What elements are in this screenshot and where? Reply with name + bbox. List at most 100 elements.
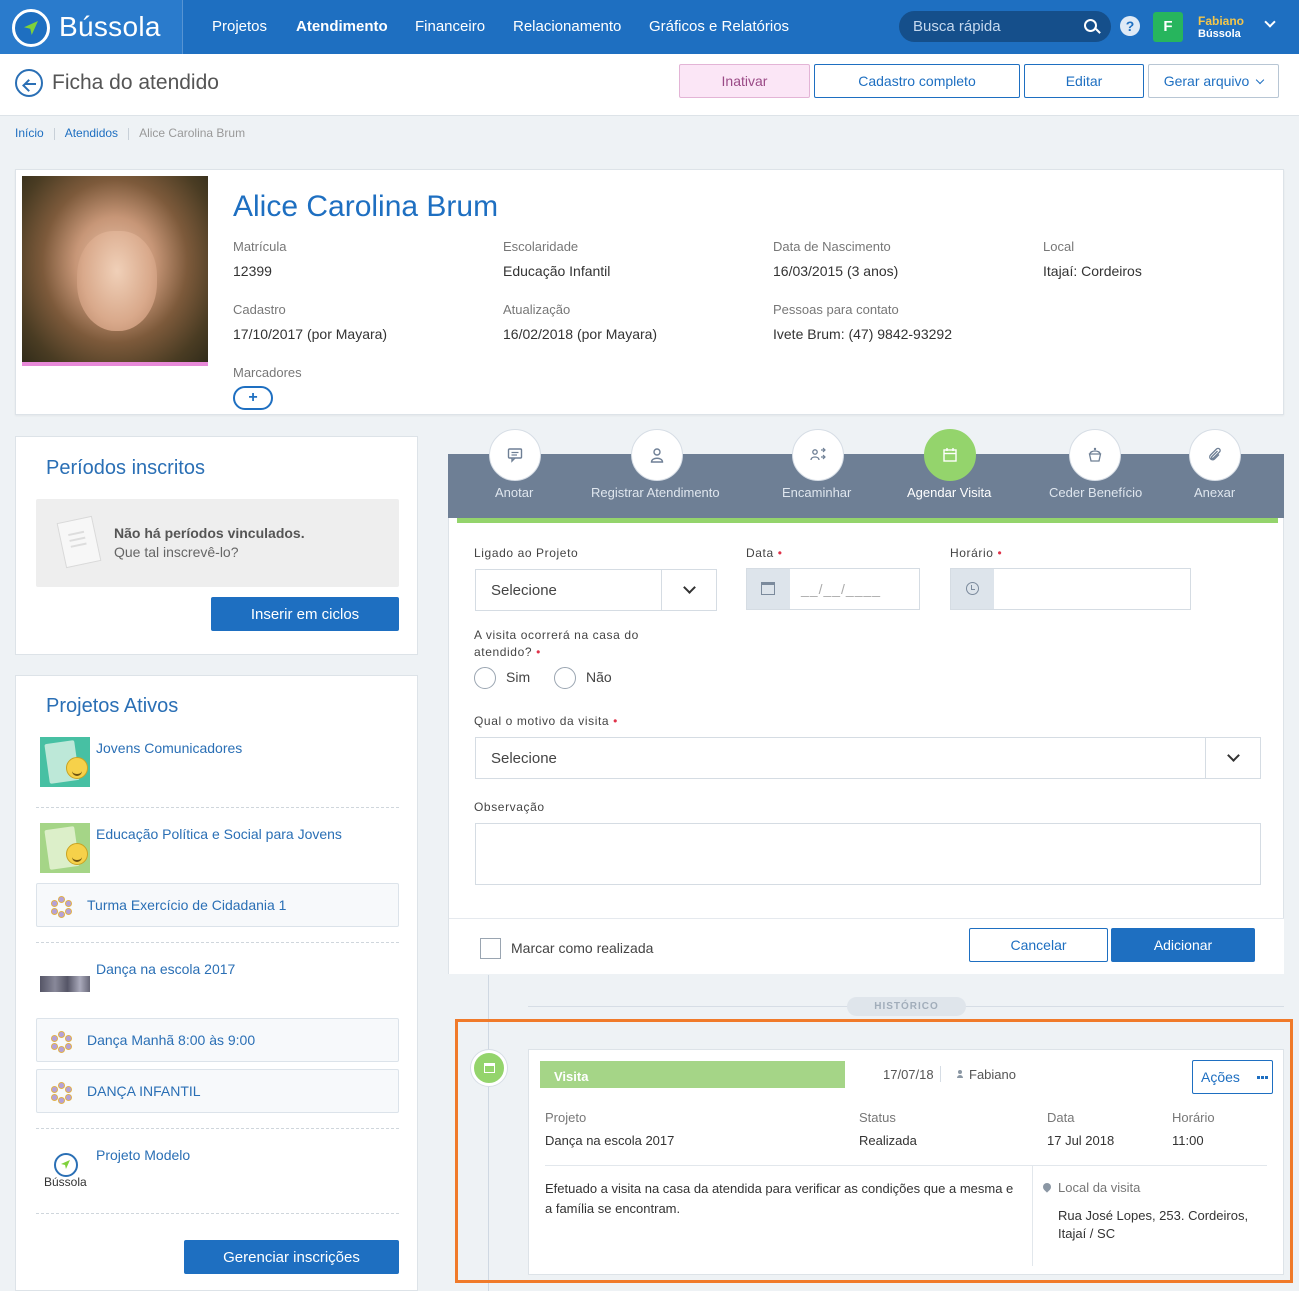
editar-button[interactable]: Editar <box>1024 64 1144 98</box>
paperclip-icon <box>1209 447 1221 461</box>
project-danca-infantil[interactable]: DANÇA INFANTIL <box>36 1069 399 1113</box>
comment-icon <box>507 448 523 463</box>
cadastro-completo-button[interactable]: Cadastro completo <box>814 64 1020 98</box>
gift-icon <box>1088 447 1102 462</box>
project-thumbnail <box>40 737 90 787</box>
radio-nao[interactable] <box>554 667 576 689</box>
project-modelo[interactable]: Projeto Modelo <box>96 1147 190 1163</box>
flower-icon <box>51 896 73 918</box>
nav-projetos[interactable]: Projetos <box>212 18 267 35</box>
projeto-select[interactable]: Selecione <box>475 569 717 611</box>
agendar-visita-form: Ligado ao Projeto Selecione Data • __/__… <box>448 518 1284 974</box>
local-value: Itajaí: Cordeiros <box>1043 263 1142 279</box>
inserir-ciclos-button[interactable]: Inserir em ciclos <box>211 597 399 631</box>
nav-atendimento[interactable]: Atendimento <box>296 18 388 35</box>
data-placeholder: __/__/____ <box>801 581 882 597</box>
action-label[interactable]: Anotar <box>495 485 533 500</box>
acoes-button[interactable]: Ações <box>1192 1060 1273 1094</box>
time-addon <box>951 569 994 609</box>
project-danca-manha[interactable]: Dança Manhã 8:00 às 9:00 <box>36 1018 399 1062</box>
action-label[interactable]: Encaminhar <box>782 485 851 500</box>
local-visita-label: Local da visita <box>1058 1180 1141 1195</box>
search-icon[interactable] <box>1084 19 1097 32</box>
forward-icon <box>810 447 826 461</box>
action-encaminhar[interactable] <box>792 429 844 481</box>
motivo-select[interactable]: Selecione <box>475 737 1261 779</box>
project-danca-escola-2017[interactable]: Dança na escola 2017 <box>96 961 235 977</box>
date-addon <box>747 569 790 609</box>
calendar-icon <box>943 448 957 462</box>
action-label[interactable]: Registrar Atendimento <box>591 485 720 500</box>
nav-relacionamento[interactable]: Relacionamento <box>513 18 621 35</box>
breadcrumb-atendidos[interactable]: Atendidos <box>65 126 118 140</box>
app-logo[interactable]: Bússola <box>0 0 183 54</box>
action-anotar[interactable] <box>489 429 541 481</box>
more-dots-icon <box>1257 1076 1260 1079</box>
back-arrow-icon[interactable] <box>15 69 43 97</box>
project-turma-cidadania[interactable]: Turma Exercício de Cidadania 1 <box>36 883 399 927</box>
smiley-icon <box>66 843 88 865</box>
atualizacao-label: Atualização <box>503 302 571 317</box>
action-registrar-atendimento[interactable] <box>631 429 683 481</box>
obs-label: Observação <box>474 800 545 814</box>
action-label[interactable]: Anexar <box>1194 485 1235 500</box>
form-footer: Marcar como realizada Cancelar Adicionar <box>449 918 1284 974</box>
help-icon[interactable]: ? <box>1120 16 1140 36</box>
project-educacao-politica[interactable]: Educação Política e Social para Jovens <box>96 826 342 842</box>
projeto-select-value: Selecione <box>491 582 557 599</box>
contato-label: Pessoas para contato <box>773 302 899 317</box>
radio-nao-label[interactable]: Não <box>586 669 612 685</box>
nascimento-label: Data de Nascimento <box>773 239 891 254</box>
data-field[interactable]: __/__/____ <box>746 568 920 610</box>
project-jovens-comunicadores[interactable]: Jovens Comunicadores <box>96 740 242 756</box>
breadcrumb-separator <box>53 127 55 140</box>
user-org[interactable]: Bússola <box>1198 28 1241 40</box>
project-thumbnail <box>40 976 90 992</box>
avatar[interactable]: F <box>1153 12 1183 42</box>
chevron-down-icon[interactable] <box>1264 16 1276 28</box>
projeto-label: Ligado ao Projeto <box>474 546 579 560</box>
marcar-realizada-checkbox[interactable] <box>480 938 501 959</box>
inativar-button[interactable]: Inativar <box>679 64 810 98</box>
action-ceder-beneficio[interactable] <box>1069 429 1121 481</box>
observacao-textarea[interactable] <box>475 823 1261 885</box>
divider <box>36 942 399 943</box>
top-nav: Bússola Projetos Atendimento Financeiro … <box>0 0 1299 54</box>
marcar-realizada-label[interactable]: Marcar como realizada <box>511 940 653 956</box>
flower-icon <box>51 1082 73 1104</box>
nav-financeiro[interactable]: Financeiro <box>415 18 485 35</box>
radio-sim-label[interactable]: Sim <box>506 669 530 685</box>
radio-sim[interactable] <box>474 667 496 689</box>
add-marker-button[interactable]: + <box>233 386 273 410</box>
gerenciar-inscricoes-button[interactable]: Gerenciar inscrições <box>184 1240 399 1274</box>
add-button[interactable]: Adicionar <box>1111 928 1255 962</box>
entry-data-label: Data <box>1047 1110 1075 1125</box>
cancel-button[interactable]: Cancelar <box>969 928 1108 962</box>
periodos-empty-sub: Que tal inscrevê-lo? <box>114 544 239 560</box>
nascimento-value: 16/03/2015 (3 anos) <box>773 263 899 279</box>
horario-field[interactable] <box>950 568 1191 610</box>
person-icon <box>650 448 664 463</box>
clock-icon <box>966 582 979 595</box>
data-label-text: Data <box>746 546 774 560</box>
matricula-label: Matrícula <box>233 239 287 254</box>
escolaridade-value: Educação Infantil <box>503 263 611 279</box>
history-entry-card: Visita 17/07/18 Fabiano Ações Projeto Da… <box>528 1049 1284 1275</box>
nav-graficos-relatorios[interactable]: Gráficos e Relatórios <box>649 18 789 35</box>
entry-date: 17/07/18 <box>883 1067 934 1082</box>
profile-card: Alice Carolina Brum Matrícula 12399 Esco… <box>15 169 1284 415</box>
search-input[interactable] <box>913 16 1078 37</box>
gerar-arquivo-label: Gerar arquivo <box>1163 73 1250 89</box>
user-name[interactable]: Fabiano <box>1198 14 1244 28</box>
breadcrumb-inicio[interactable]: Início <box>15 126 44 140</box>
action-anexar[interactable] <box>1189 429 1241 481</box>
horario-label: Horário • <box>950 546 1002 560</box>
divider <box>545 1165 1267 1166</box>
gerar-arquivo-button[interactable]: Gerar arquivo <box>1148 64 1279 98</box>
escolaridade-label: Escolaridade <box>503 239 579 254</box>
chevron-down-icon <box>661 570 716 610</box>
profile-photo <box>22 176 208 366</box>
action-label[interactable]: Ceder Benefício <box>1049 485 1142 500</box>
action-label[interactable]: Agendar Visita <box>907 485 991 500</box>
action-agendar-visita[interactable] <box>924 429 976 481</box>
